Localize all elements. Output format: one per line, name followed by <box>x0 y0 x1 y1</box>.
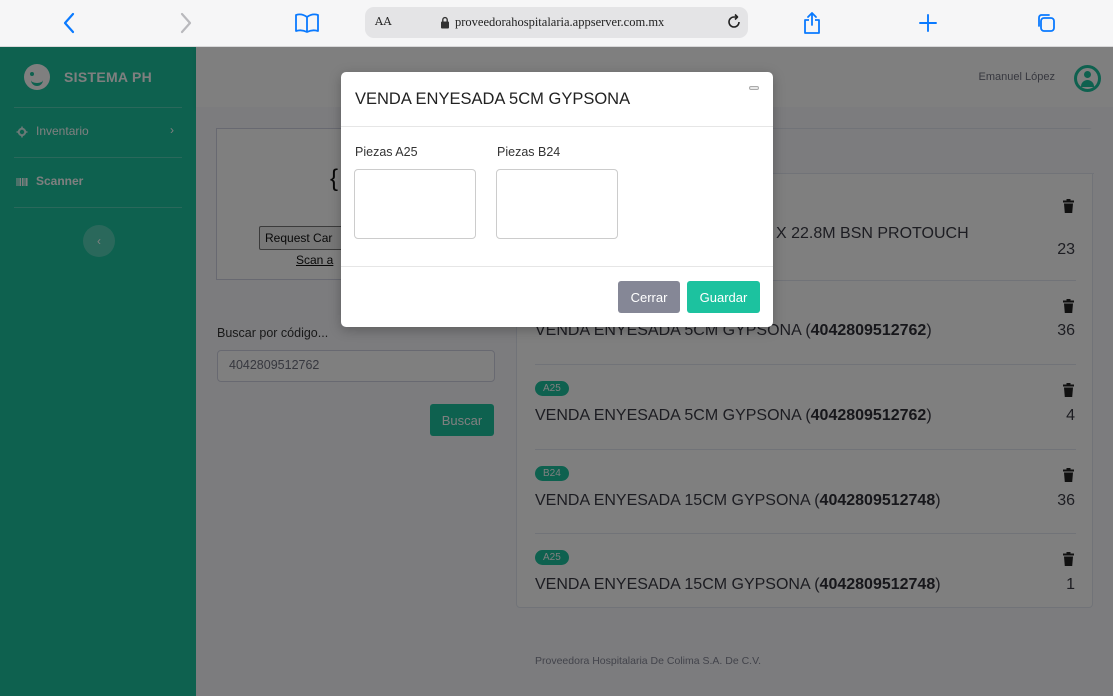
reload-icon[interactable] <box>725 13 743 36</box>
modal-title: VENDA ENYESADA 5CM GYPSONA <box>355 90 631 108</box>
pieces-a25-label: Piezas A25 <box>355 145 418 159</box>
tabs-icon[interactable] <box>1031 8 1061 38</box>
share-icon[interactable] <box>797 8 827 38</box>
pieces-b24-label: Piezas B24 <box>497 145 561 159</box>
back-icon[interactable] <box>54 8 84 38</box>
pieces-a25-input[interactable] <box>354 169 476 239</box>
address-bar[interactable]: AA proveedorahospitalaria.appserver.com.… <box>365 7 748 38</box>
new-tab-icon[interactable] <box>913 8 943 38</box>
lock-icon <box>440 16 450 34</box>
pieces-b24-input[interactable] <box>496 169 618 239</box>
modal-header-divider <box>341 126 773 127</box>
close-button[interactable]: Cerrar <box>618 281 680 313</box>
forward-icon[interactable] <box>171 8 201 38</box>
modal-footer-divider <box>341 266 773 267</box>
browser-toolbar: AA proveedorahospitalaria.appserver.com.… <box>0 0 1113 47</box>
save-button[interactable]: Guardar <box>687 281 760 313</box>
bookmarks-icon[interactable] <box>292 8 322 38</box>
url-text: proveedorahospitalaria.appserver.com.mx <box>455 15 665 29</box>
quantity-modal: VENDA ENYESADA 5CM GYPSONA Piezas A25 Pi… <box>341 72 773 327</box>
text-size-button[interactable]: AA <box>375 15 392 28</box>
modal-close-icon[interactable] <box>749 86 759 90</box>
